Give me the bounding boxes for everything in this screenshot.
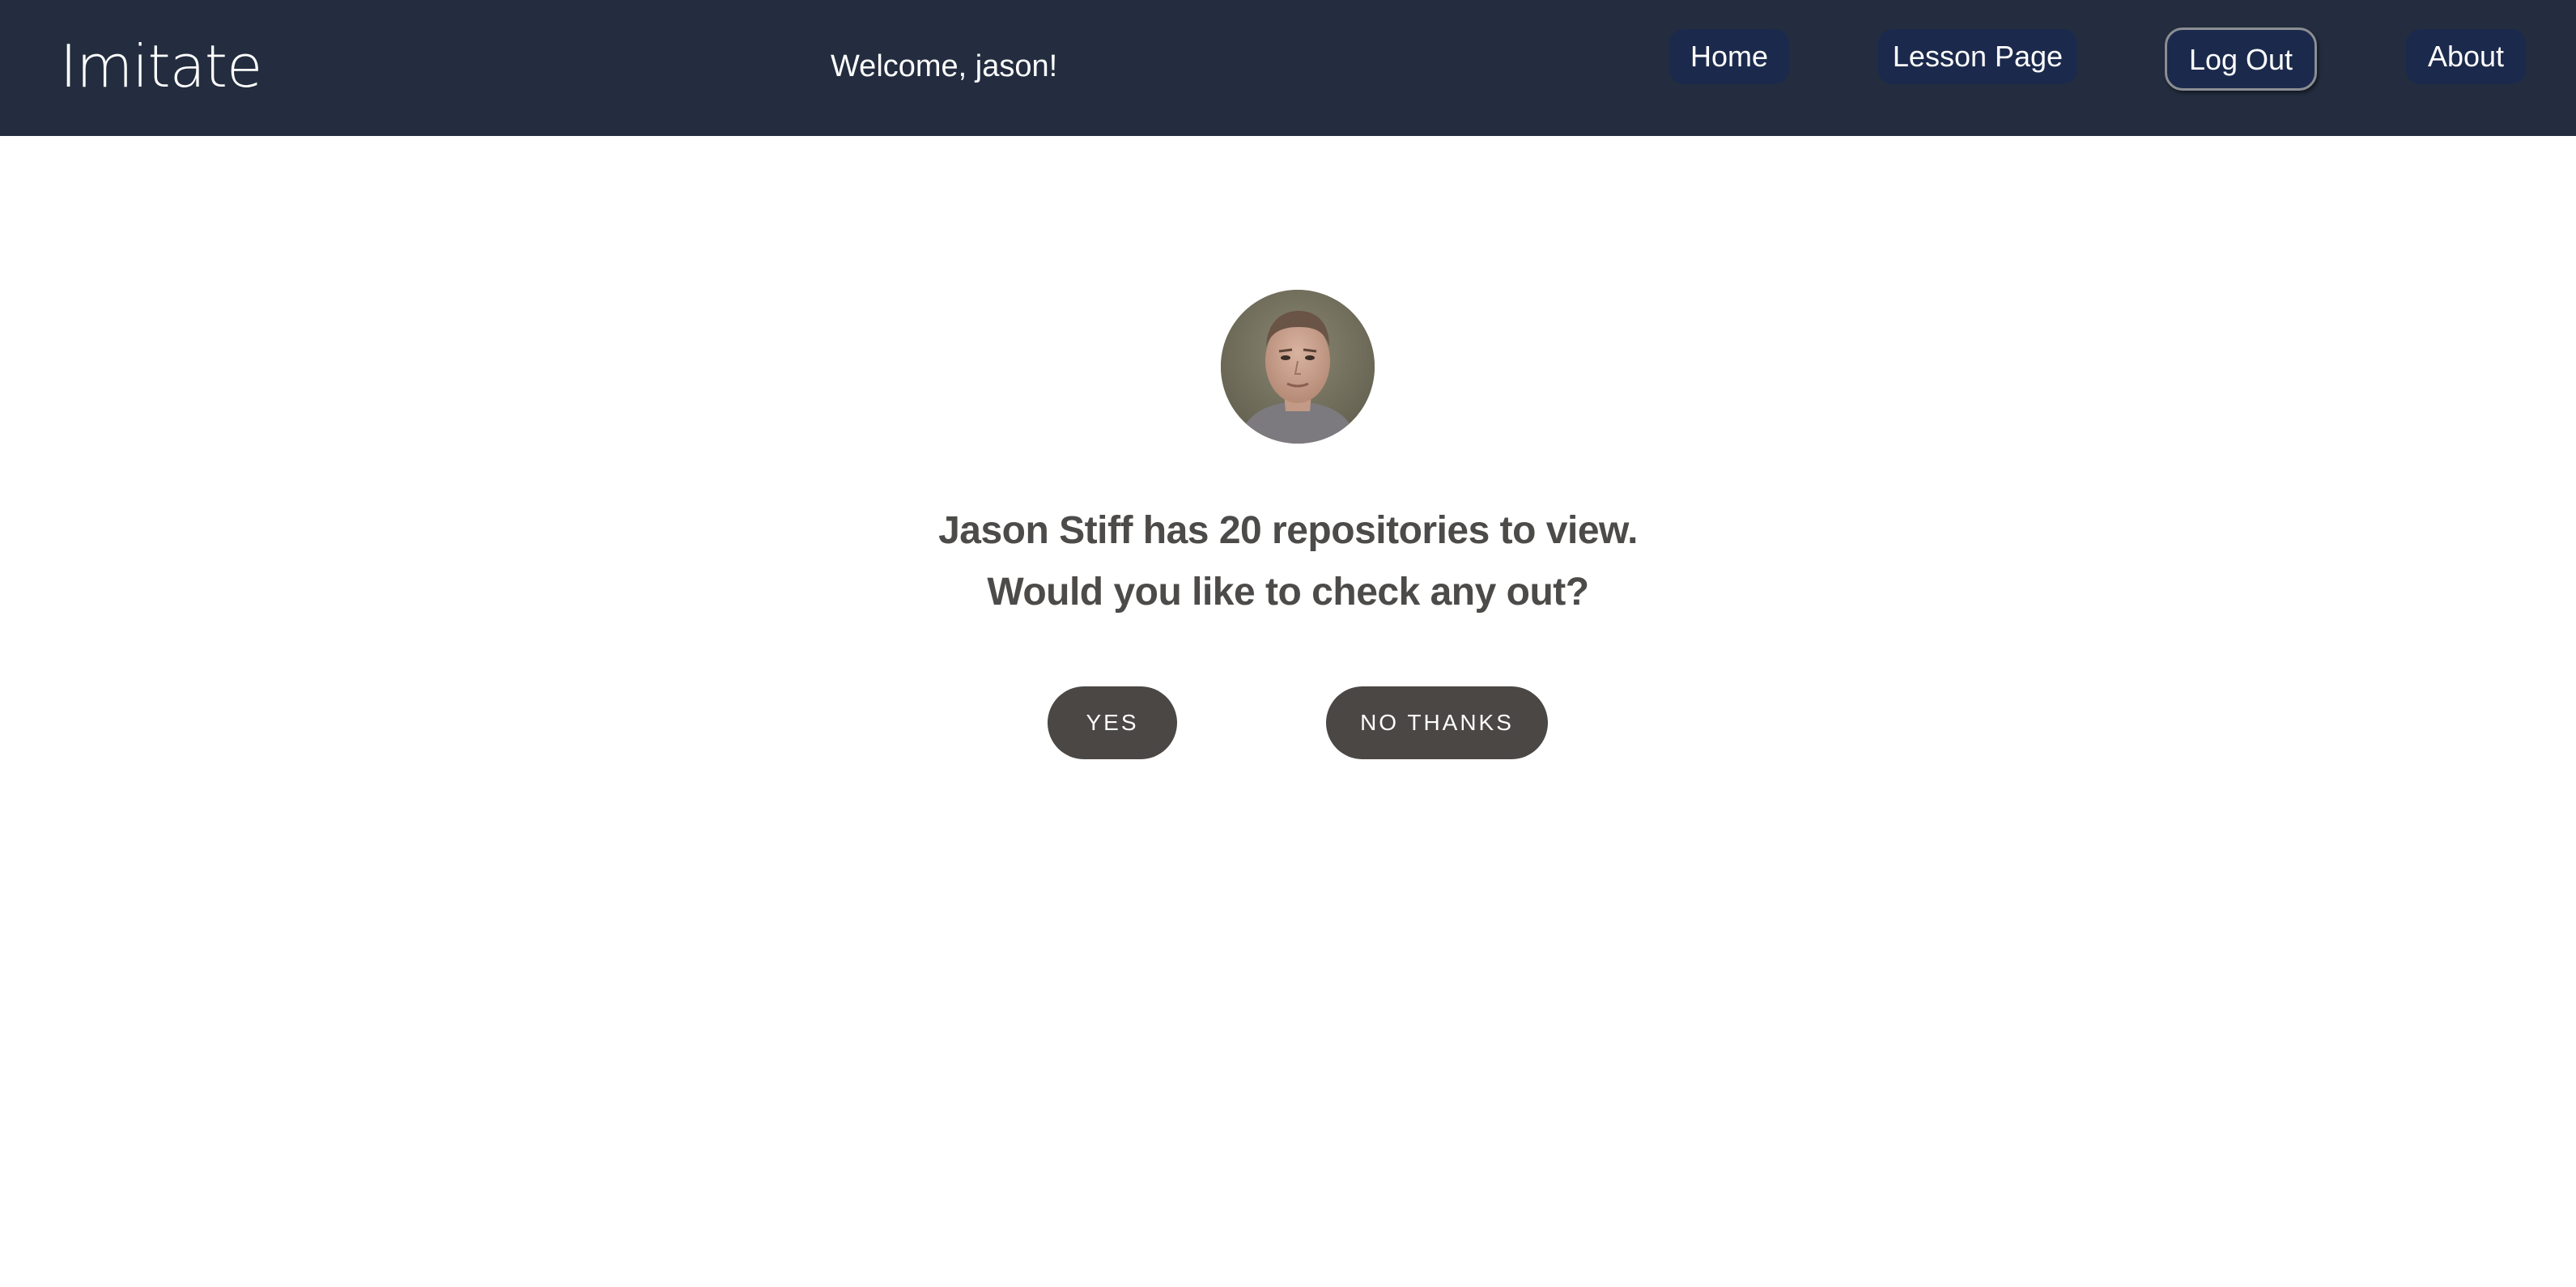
check-out-prompt: Would you like to check any out?: [987, 571, 1589, 614]
top-navbar: Imitate Welcome, jason! Home Lesson Page…: [0, 0, 2576, 136]
nav-logout-button[interactable]: Log Out: [2165, 28, 2317, 91]
nav-about-button[interactable]: About: [2406, 29, 2526, 84]
nav-lesson-page-button[interactable]: Lesson Page: [1878, 29, 2077, 84]
brand-logo[interactable]: Imitate: [60, 32, 262, 100]
avatar: [1221, 290, 1375, 444]
no-thanks-button[interactable]: NO THANKS: [1326, 686, 1548, 759]
welcome-message: Welcome, jason!: [831, 49, 1058, 83]
nav-home-button[interactable]: Home: [1669, 29, 1789, 84]
repositories-headline: Jason Stiff has 20 repositories to view.: [938, 509, 1638, 552]
user-avatar-photo: [1221, 290, 1375, 444]
yes-button[interactable]: YES: [1048, 686, 1177, 759]
